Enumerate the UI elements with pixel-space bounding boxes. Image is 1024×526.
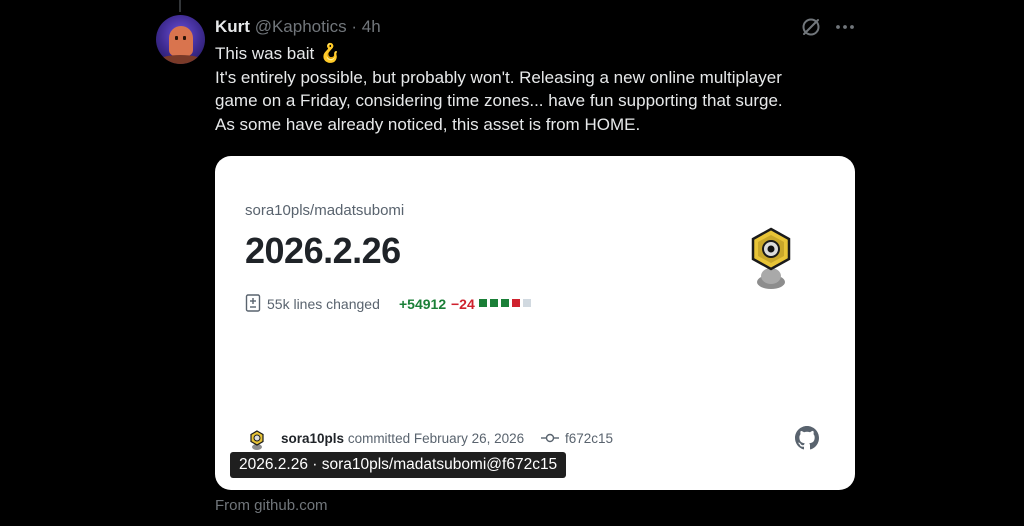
author-avatar[interactable] [156,15,205,64]
separator-dot: · [351,17,358,36]
release-title: 2026.2.26 [245,230,401,271]
hook-emoji: 🪝 [318,43,342,63]
repo-name: sora10pls/madatsubomi [245,202,405,219]
meltan-image [751,227,791,289]
github-icon[interactable] [795,426,819,450]
avatar-character [169,26,193,56]
tweet-line-1: This was bait 🪝 [215,42,875,66]
tweet-header: Kurt @Kaphotics · 4h [215,16,381,38]
diff-bar [479,299,487,307]
diff-bar [490,299,498,307]
commit-date: committed February 26, 2026 [347,431,525,446]
tweet-line-3: game on a Friday, considering time zones… [215,91,783,110]
additions-count: +54912 [399,296,447,312]
tweet-line-2: It's entirely possible, but probably won… [215,67,782,87]
committer-avatar[interactable] [249,430,265,450]
grok-icon[interactable] [799,15,823,39]
card-tooltip: 2026.2.26 · sora10pls/madatsubomi@f672c1… [230,452,567,478]
author-name[interactable]: Kurt [215,17,250,36]
diff-bar [501,299,509,307]
link-source[interactable]: From github.com [215,497,328,514]
diff-bars [479,299,531,307]
git-commit-icon [541,433,559,443]
commit-sha[interactable]: f672c15 [565,431,613,446]
author-handle[interactable]: @Kaphotics [255,17,347,36]
more-icon[interactable] [833,15,857,39]
thread-line [179,0,181,12]
file-diff-icon [245,294,261,312]
commit-info: sora10pls committed February 26, 2026 [281,431,524,446]
tweet-line-1-text: This was bait [215,44,315,63]
avatar-eye-left [175,36,178,40]
deletions-count: −24 [451,296,475,312]
committer-name[interactable]: sora10pls [281,431,344,446]
avatar-eye-right [183,36,186,40]
diff-bar [512,299,520,307]
lines-changed: 55k lines changed [267,296,380,312]
tweet-line-4: As some have already noticed, this asset… [215,114,641,134]
diff-bar [523,299,531,307]
avatar-ground [160,55,201,64]
link-preview-card[interactable]: sora10pls/madatsubomi 2026.2.26 55k line… [215,156,855,490]
tweet-text: This was bait 🪝 It's entirely possible, … [215,42,875,136]
post-time[interactable]: 4h [362,17,381,36]
